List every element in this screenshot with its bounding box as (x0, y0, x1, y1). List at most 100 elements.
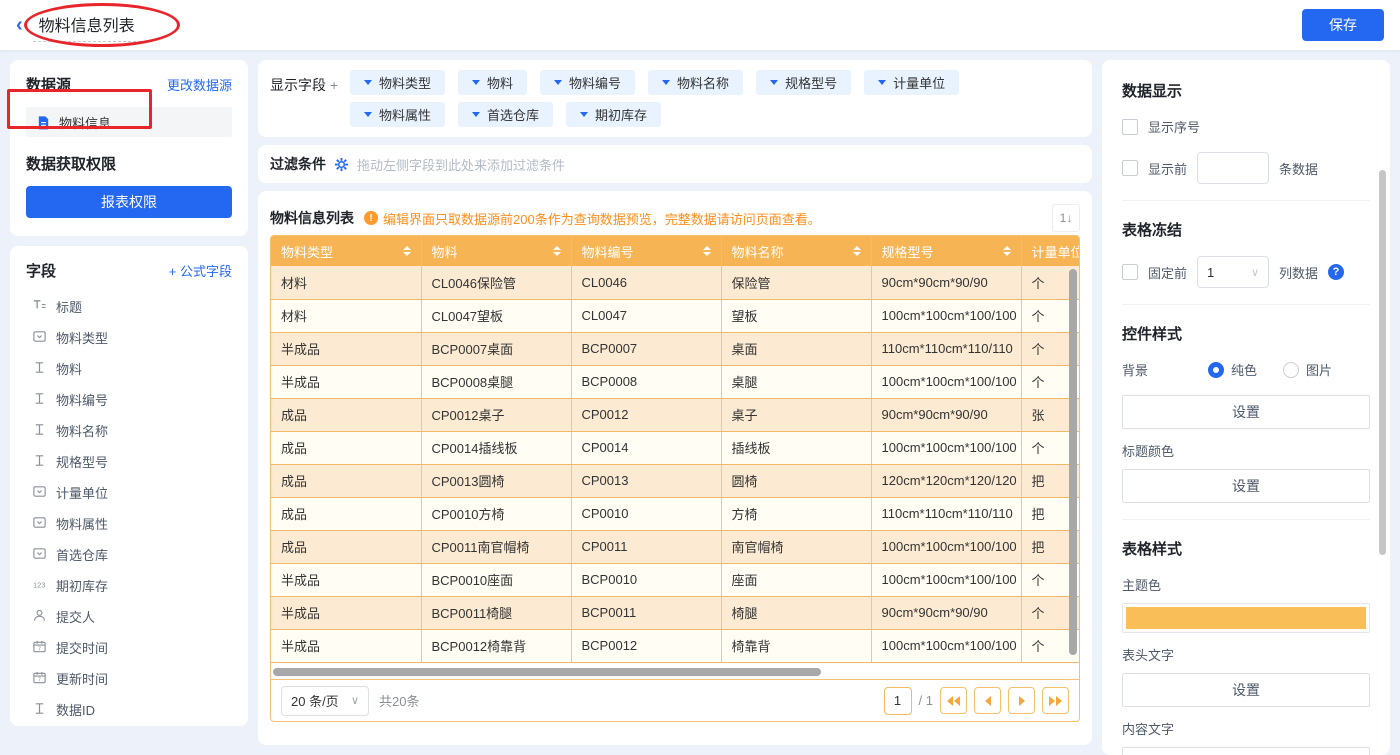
column-header-label: 物料类型 (281, 244, 334, 260)
display-field-chip[interactable]: 计量单位 (864, 70, 960, 95)
row-limit-input[interactable] (1197, 152, 1270, 184)
title-color-set-button[interactable]: 设置 (1122, 469, 1370, 503)
column-header[interactable]: 物料编号 (571, 236, 722, 266)
column-header[interactable]: 物料 (421, 236, 572, 266)
first-page-button[interactable] (940, 687, 967, 714)
back-button[interactable]: ‹ (16, 15, 23, 35)
filter-bar[interactable]: 过滤条件 拖动左侧字段到此处来添加过滤条件 (258, 145, 1092, 183)
vertical-scrollbar[interactable] (1069, 269, 1077, 655)
table-row: 半成品 BCP0011椅腿 BCP0011 椅腿 90cm*90cm*90/90 (271, 596, 1079, 630)
field-type-icon (32, 515, 47, 533)
sort-updown-icon[interactable] (402, 246, 411, 256)
content-text-set-button[interactable]: 设置 (1122, 747, 1370, 755)
bg-solid-option[interactable]: 纯色 (1208, 360, 1257, 379)
field-list-item[interactable]: 提交时间 (26, 632, 232, 663)
datasource-item[interactable]: 物料信息 (26, 107, 232, 137)
panel-scrollbar[interactable] (1379, 170, 1386, 555)
show-index-label: 显示序号 (1148, 120, 1201, 135)
report-permission-button[interactable]: 报表权限 (26, 186, 232, 218)
column-header[interactable]: 物料类型 (271, 236, 422, 266)
table-row: 半成品 BCP0008桌腿 BCP0008 桌腿 100cm*100cm*100… (271, 365, 1079, 399)
table-scroll-area: 物料类型 物料 物料编号 物料名称 规格型号 计量单位 材料 CL0046保险管… (271, 236, 1079, 665)
data-table: 物料类型 物料 物料编号 物料名称 规格型号 计量单位 材料 CL0046保险管… (271, 236, 1079, 663)
field-list-item[interactable]: 更新时间 (26, 663, 232, 694)
field-list-item[interactable]: 物料名称 (26, 415, 232, 446)
display-field-chip[interactable]: 物料属性 (350, 102, 446, 127)
table-cell: 椅腿 (721, 596, 872, 630)
field-list-item[interactable]: 计量单位 (26, 477, 232, 508)
field-list-item[interactable]: 标题 (26, 291, 232, 322)
field-list-item[interactable]: 物料类型 (26, 322, 232, 353)
background-label: 背景 (1122, 363, 1149, 378)
sort-updown-icon[interactable] (702, 246, 711, 256)
display-field-chip[interactable]: 首选仓库 (458, 102, 554, 127)
add-formula-field-link[interactable]: + 公式字段 (169, 261, 232, 280)
show-first-checkbox[interactable] (1122, 160, 1138, 176)
display-field-chip[interactable]: 物料类型 (350, 70, 446, 95)
table-cell: 圆椅 (721, 464, 872, 498)
display-field-chip[interactable]: 期初库存 (566, 102, 662, 127)
radio-unchecked-icon[interactable] (1283, 361, 1300, 378)
display-field-chip[interactable]: 规格型号 (756, 70, 852, 95)
field-list-item[interactable]: 物料编号 (26, 384, 232, 415)
table-row: 成品 CP0010方椅 CP0010 方椅 110cm*110cm*110/11… (271, 497, 1079, 531)
last-page-button[interactable] (1042, 687, 1069, 714)
horizontal-scrollbar[interactable] (273, 668, 821, 676)
field-label: 物料属性 (56, 517, 109, 532)
header-text-set-button[interactable]: 设置 (1122, 673, 1370, 707)
field-list-item[interactable]: 期初库存 (26, 570, 232, 601)
save-button[interactable]: 保存 (1302, 9, 1384, 41)
field-list-item[interactable]: 规格型号 (26, 446, 232, 477)
column-header[interactable]: 计量单位 (1021, 236, 1079, 266)
background-set-button[interactable]: 设置 (1122, 395, 1370, 429)
table-cell: 半成品 (271, 365, 422, 399)
show-index-checkbox[interactable] (1122, 118, 1138, 135)
radio-checked-icon[interactable] (1208, 361, 1224, 378)
chip-label: 物料 (487, 76, 514, 91)
field-list-item[interactable]: 物料 (26, 353, 232, 384)
field-list-item[interactable]: 物料属性 (26, 508, 232, 539)
table-cell: CP0010方椅 (421, 497, 572, 531)
table-cell: CL0046保险管 (421, 266, 572, 300)
theme-color-picker[interactable] (1122, 603, 1370, 633)
sort-updown-icon[interactable] (1002, 246, 1011, 256)
next-page-button[interactable] (1008, 687, 1035, 714)
page-size-select[interactable]: 20 条/页 ∨ (281, 685, 369, 716)
column-header-label: 规格型号 (881, 244, 934, 260)
field-list-item[interactable]: 提交人 (26, 601, 232, 632)
rows-suffix-label: 条数据 (1279, 161, 1319, 177)
display-fields-row-1: 物料类型 物料 物料编号 物料名称 规格型号 计量单位 (350, 70, 960, 95)
bg-image-option[interactable]: 图片 (1283, 360, 1332, 379)
table-row: 成品 CP0012桌子 CP0012 桌子 90cm*90cm*90/90 张 (271, 398, 1079, 432)
chip-label: 规格型号 (785, 76, 838, 91)
freeze-columns-checkbox[interactable] (1122, 264, 1138, 280)
column-header[interactable]: 规格型号 (871, 236, 1022, 266)
column-header[interactable]: 物料名称 (721, 236, 872, 266)
current-page-input[interactable]: 1 (883, 686, 912, 715)
display-field-chip[interactable]: 物料编号 (540, 70, 636, 95)
table-cell: 成品 (271, 398, 422, 432)
field-list-item[interactable]: 数据ID (26, 694, 232, 725)
add-display-field-button[interactable]: + (330, 77, 338, 93)
freeze-count-select[interactable]: 1 ∨ (1197, 256, 1270, 288)
help-icon[interactable]: ? (1328, 264, 1345, 280)
change-datasource-link[interactable]: 更改数据源 (167, 75, 232, 94)
gear-icon[interactable] (334, 157, 349, 172)
field-list-item[interactable]: 首选仓库 (26, 539, 232, 570)
field-type-icon (32, 453, 47, 471)
display-field-chip[interactable]: 物料 (458, 70, 528, 95)
chevron-down-icon (554, 80, 563, 85)
sort-updown-icon[interactable] (852, 246, 861, 256)
display-field-chip[interactable]: 物料名称 (648, 70, 744, 95)
datasource-title: 数据源 (26, 77, 72, 94)
page-title[interactable]: 物料信息列表 (32, 8, 141, 42)
sort-order-button[interactable]: 1↓ (1052, 204, 1080, 232)
prev-page-button[interactable] (974, 687, 1001, 714)
table-cell: 100cm*100cm*100/100 (871, 563, 1022, 597)
table-style-title: 表格样式 (1122, 541, 1183, 558)
field-type-icon (32, 577, 47, 595)
page-count: / 1 (918, 693, 933, 708)
chevron-down-icon: ∨ (1250, 266, 1260, 279)
table-cell: BCP0010 (571, 563, 722, 597)
sort-updown-icon[interactable] (552, 246, 561, 256)
